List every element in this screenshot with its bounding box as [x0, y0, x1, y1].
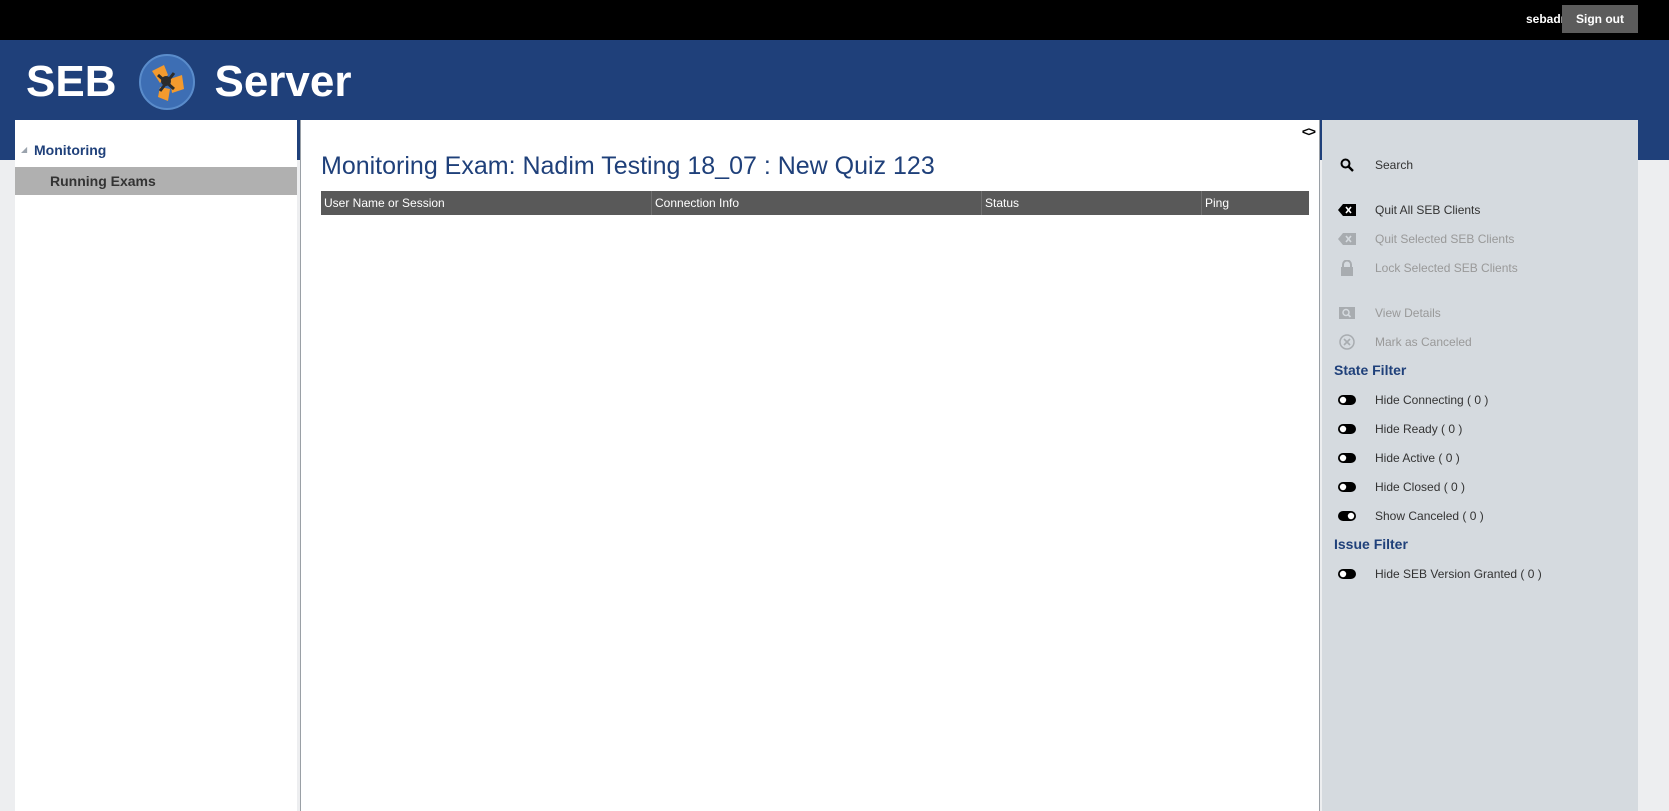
left-navigation: ◢ Monitoring Running Exams	[15, 120, 297, 811]
search-icon	[1336, 157, 1358, 173]
table-header: User Name or Session Connection Info Sta…	[321, 191, 1309, 215]
toggle-on-icon	[1336, 508, 1358, 524]
logo-word-left: SEB	[26, 57, 117, 106]
main-content: <> Monitoring Exam: Nadim Testing 18_07 …	[300, 120, 1320, 811]
view-details-button[interactable]: View Details	[1336, 303, 1441, 323]
state-filter-title: State Filter	[1334, 362, 1407, 378]
filter-hide-active[interactable]: Hide Active ( 0 )	[1336, 448, 1460, 468]
filter-hide-closed[interactable]: Hide Closed ( 0 )	[1336, 477, 1465, 497]
filter-label: Hide Active ( 0 )	[1375, 451, 1460, 465]
toggle-off-icon	[1336, 392, 1358, 408]
quit-selected-clients-button[interactable]: Quit Selected SEB Clients	[1336, 229, 1514, 249]
filter-hide-ready[interactable]: Hide Ready ( 0 )	[1336, 419, 1462, 439]
action-label: Lock Selected SEB Clients	[1375, 261, 1518, 275]
lock-icon	[1336, 260, 1358, 276]
filter-hide-seb-version-granted[interactable]: Hide SEB Version Granted ( 0 )	[1336, 564, 1542, 584]
lock-selected-clients-button[interactable]: Lock Selected SEB Clients	[1336, 258, 1518, 278]
action-label: Quit Selected SEB Clients	[1375, 232, 1515, 246]
nav-item-label: Running Exams	[50, 173, 156, 189]
mark-as-canceled-button[interactable]: Mark as Canceled	[1336, 332, 1472, 352]
column-header-connection[interactable]: Connection Info	[651, 191, 981, 215]
search-action[interactable]: Search	[1336, 155, 1413, 175]
toggle-off-icon	[1336, 421, 1358, 437]
filter-label: Hide Connecting ( 0 )	[1375, 393, 1489, 407]
nav-item-running-exams[interactable]: Running Exams	[15, 167, 297, 195]
toggle-off-icon	[1336, 479, 1358, 495]
filter-label: Hide Ready ( 0 )	[1375, 422, 1463, 436]
column-header-status[interactable]: Status	[981, 191, 1201, 215]
action-label: Mark as Canceled	[1375, 335, 1472, 349]
filter-label: Hide SEB Version Granted ( 0 )	[1375, 567, 1542, 581]
action-label: View Details	[1375, 306, 1441, 320]
search-label: Search	[1375, 158, 1414, 172]
logo-word-right: Server	[214, 57, 352, 106]
cancel-icon	[1336, 334, 1358, 350]
action-label: Quit All SEB Clients	[1375, 203, 1481, 217]
quit-all-clients-button[interactable]: Quit All SEB Clients	[1336, 200, 1480, 220]
filter-hide-connecting[interactable]: Hide Connecting ( 0 )	[1336, 390, 1488, 410]
issue-filter-title: Issue Filter	[1334, 536, 1408, 552]
column-header-ping[interactable]: Ping	[1201, 191, 1309, 215]
page-title: Monitoring Exam: Nadim Testing 18_07 : N…	[321, 152, 935, 180]
expand-arrow-icon[interactable]: ◢	[21, 145, 27, 154]
quit-icon	[1336, 202, 1358, 218]
view-details-icon	[1336, 305, 1358, 321]
app-logo: SEB Server	[26, 52, 352, 112]
collapse-toggle-icon[interactable]: <>	[1302, 124, 1316, 139]
toggle-off-icon	[1336, 450, 1358, 466]
column-header-user[interactable]: User Name or Session	[321, 191, 651, 215]
sign-out-button[interactable]: Sign out	[1562, 5, 1638, 33]
filter-label: Hide Closed ( 0 )	[1375, 480, 1466, 494]
quit-icon	[1336, 231, 1358, 247]
filter-label: Show Canceled ( 0 )	[1375, 509, 1484, 523]
nav-group-label: Monitoring	[34, 142, 107, 158]
logo-globe-icon	[139, 54, 196, 110]
nav-group-monitoring[interactable]: ◢ Monitoring	[15, 142, 297, 162]
top-bar: sebadmin Sign out	[0, 0, 1669, 40]
toggle-off-icon	[1336, 566, 1358, 582]
filter-show-canceled[interactable]: Show Canceled ( 0 )	[1336, 506, 1484, 526]
action-sidebar: Search Quit All SEB Clients Quit Selecte…	[1322, 120, 1638, 811]
